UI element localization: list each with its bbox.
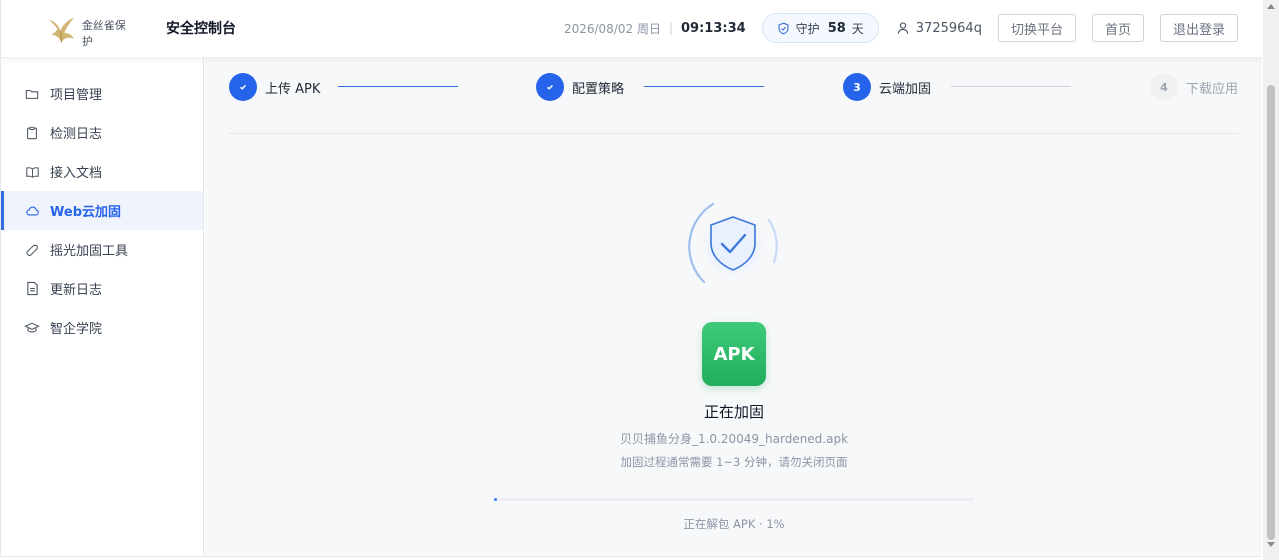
step-download: 4 下载应用 [1150, 73, 1238, 101]
current-time: 09:13:34 [681, 20, 746, 36]
step-upload: 上传 APK [229, 73, 320, 101]
sidebar-item-academy[interactable]: 智企学院 [1, 308, 203, 347]
sidebar-item-label: 项目管理 [50, 88, 103, 103]
progress-status-text: 正在解包 APK · 1% [683, 517, 785, 531]
book-icon [24, 164, 40, 180]
brand-logo[interactable]: 金丝雀保护 [45, 10, 135, 48]
document-icon [24, 281, 40, 297]
apk-filename: 贝贝捕鱼分身_1.0.20049_hardened.apk [619, 432, 849, 446]
step-connector [951, 86, 1071, 87]
hardening-status-title: 正在加固 [703, 403, 764, 421]
step-configure: 配置策略 [536, 73, 624, 101]
sidebar-item-web-hardening[interactable]: Web云加固 [1, 191, 203, 230]
cloud-icon [24, 203, 40, 219]
scroll-up-arrow-icon[interactable] [1267, 4, 1275, 9]
sidebar: 项目管理 检测日志 接入文档 Web云加固 摇光加固工具 更新日志 智企学院 [1, 58, 204, 556]
step-connector [644, 86, 764, 87]
scroll-down-arrow-icon[interactable] [1267, 542, 1275, 547]
current-date: 2026/08/02 周日 [563, 21, 661, 36]
canary-bird-icon [48, 17, 75, 43]
progress-bar [494, 498, 974, 501]
user-id: 3725964q [915, 20, 982, 36]
page-scrollbar[interactable] [1263, 0, 1279, 560]
switch-platform-button[interactable]: 切换平台 [997, 14, 1076, 42]
step-hardening: 3 云端加固 [843, 73, 931, 101]
progress-bar-fill [494, 498, 497, 501]
step-complete-check-icon [229, 73, 257, 101]
sidebar-item-label: Web云加固 [50, 205, 121, 220]
hardening-animation [677, 198, 787, 308]
sidebar-item-label: 智企学院 [50, 322, 103, 337]
sidebar-item-projects[interactable]: 项目管理 [1, 74, 203, 113]
step-label: 配置策略 [572, 81, 625, 97]
sidebar-item-changelog[interactable]: 更新日志 [1, 269, 203, 308]
step-number: 3 [843, 73, 871, 101]
scrollbar-thumb[interactable] [1267, 85, 1275, 540]
step-number: 4 [1150, 73, 1178, 101]
header-right: 2026/08/02 周日 | 09:13:34 守护 58 天 3725964… [564, 12, 1238, 44]
user-icon [897, 22, 909, 34]
sidebar-item-yaoguang-tool[interactable]: 摇光加固工具 [1, 230, 203, 269]
step-progress: 上传 APK 配置策略 3 云端加固 4 下载应用 [229, 73, 1239, 103]
guard-days-count: 58 [827, 20, 846, 36]
sidebar-item-label: 更新日志 [50, 283, 103, 298]
logo-text: 金丝雀保护 [81, 19, 126, 48]
step-complete-check-icon [536, 73, 564, 101]
sidebar-item-docs[interactable]: 接入文档 [1, 152, 203, 191]
section-divider [229, 133, 1239, 134]
graduation-cap-icon [24, 320, 40, 336]
sidebar-item-label: 摇光加固工具 [50, 244, 129, 259]
clipboard-icon [24, 125, 40, 141]
sidebar-item-detection-logs[interactable]: 检测日志 [1, 113, 203, 152]
step-label: 下载应用 [1186, 81, 1239, 97]
guard-suffix: 天 [851, 21, 864, 36]
guard-days-badge: 守护 58 天 [761, 13, 879, 43]
tag-icon [24, 242, 40, 258]
spinner-ring-icon [688, 202, 778, 284]
user-account[interactable]: 3725964q [896, 21, 982, 36]
apk-file-icon: APK [702, 322, 766, 386]
app-frame: 金丝雀保护 安全控制台 2026/08/02 周日 | 09:13:34 守护 … [0, 0, 1262, 557]
home-button[interactable]: 首页 [1091, 14, 1144, 42]
step-label: 上传 APK [265, 81, 321, 97]
shield-check-icon [778, 22, 789, 34]
sidebar-item-label: 接入文档 [50, 166, 103, 181]
main-content: 上传 APK 配置策略 3 云端加固 4 下载应用 APK 正在加固 贝贝捕鱼分… [205, 58, 1262, 556]
folder-icon [24, 86, 40, 102]
logout-button[interactable]: 退出登录 [1159, 14, 1238, 42]
hardening-hint: 加固过程通常需要 1~3 分钟，请勿关闭页面 [620, 455, 848, 469]
top-header: 金丝雀保护 安全控制台 2026/08/02 周日 | 09:13:34 守护 … [1, 0, 1262, 58]
step-label: 云端加固 [879, 81, 932, 97]
guard-prefix: 守护 [795, 21, 820, 36]
console-title: 安全控制台 [166, 21, 236, 37]
step-connector [338, 86, 458, 87]
date-time-separator: | [668, 21, 673, 35]
sidebar-item-label: 检测日志 [50, 127, 103, 142]
